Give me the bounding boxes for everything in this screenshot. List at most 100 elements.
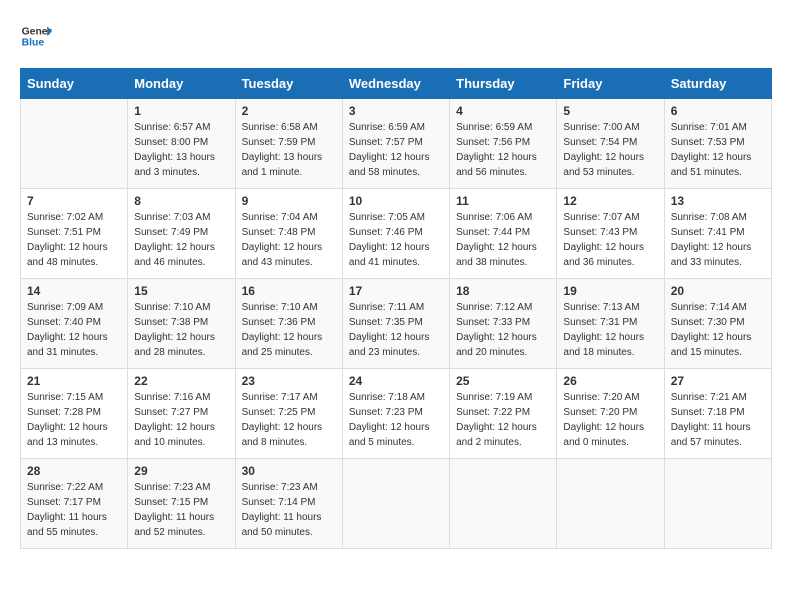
day-info: Sunrise: 7:02 AM Sunset: 7:51 PM Dayligh… — [27, 210, 121, 270]
calendar-cell: 22 Sunrise: 7:16 AM Sunset: 7:27 PM Dayli… — [128, 369, 235, 459]
weekday-header-sunday: Sunday — [21, 69, 128, 99]
page-header: General Blue — [20, 20, 772, 52]
day-number: 20 — [671, 284, 765, 298]
day-info: Sunrise: 7:23 AM Sunset: 7:14 PM Dayligh… — [242, 480, 336, 540]
calendar-cell: 25 Sunrise: 7:19 AM Sunset: 7:22 PM Dayli… — [450, 369, 557, 459]
calendar-cell: 12 Sunrise: 7:07 AM Sunset: 7:43 PM Dayli… — [557, 189, 664, 279]
calendar-cell: 20 Sunrise: 7:14 AM Sunset: 7:30 PM Dayli… — [664, 279, 771, 369]
calendar-cell: 4Sunrise: 6:59 AM Sunset: 7:56 PM Daylig… — [450, 99, 557, 189]
calendar-cell — [21, 99, 128, 189]
svg-text:Blue: Blue — [22, 38, 45, 49]
calendar-cell — [557, 459, 664, 549]
day-number: 3 — [349, 104, 443, 118]
day-number: 29 — [134, 464, 228, 478]
day-info: Sunrise: 6:58 AM Sunset: 7:59 PM Dayligh… — [242, 120, 336, 180]
day-info: Sunrise: 7:00 AM Sunset: 7:54 PM Dayligh… — [563, 120, 657, 180]
day-info: Sunrise: 7:21 AM Sunset: 7:18 PM Dayligh… — [671, 390, 765, 450]
day-number: 11 — [456, 194, 550, 208]
weekday-header-saturday: Saturday — [664, 69, 771, 99]
calendar-cell: 7 Sunrise: 7:02 AM Sunset: 7:51 PM Daylig… — [21, 189, 128, 279]
calendar-cell: 24Sunrise: 7:18 AM Sunset: 7:23 PM Dayli… — [342, 369, 449, 459]
calendar-cell: 5 Sunrise: 7:00 AM Sunset: 7:54 PM Daylig… — [557, 99, 664, 189]
calendar-cell — [450, 459, 557, 549]
calendar-cell: 17 Sunrise: 7:11 AM Sunset: 7:35 PM Dayli… — [342, 279, 449, 369]
day-number: 6 — [671, 104, 765, 118]
day-info: Sunrise: 7:04 AM Sunset: 7:48 PM Dayligh… — [242, 210, 336, 270]
calendar-cell: 16 Sunrise: 7:10 AM Sunset: 7:36 PM Dayli… — [235, 279, 342, 369]
calendar-cell: 28Sunrise: 7:22 AM Sunset: 7:17 PM Dayli… — [21, 459, 128, 549]
day-number: 15 — [134, 284, 228, 298]
day-info: Sunrise: 6:59 AM Sunset: 7:56 PM Dayligh… — [456, 120, 550, 180]
day-info: Sunrise: 7:17 AM Sunset: 7:25 PM Dayligh… — [242, 390, 336, 450]
day-info: Sunrise: 7:07 AM Sunset: 7:43 PM Dayligh… — [563, 210, 657, 270]
calendar-cell: 21 Sunrise: 7:15 AM Sunset: 7:28 PM Dayli… — [21, 369, 128, 459]
day-info: Sunrise: 7:23 AM Sunset: 7:15 PM Dayligh… — [134, 480, 228, 540]
logo-icon: General Blue — [20, 20, 52, 52]
calendar-cell: 19Sunrise: 7:13 AM Sunset: 7:31 PM Dayli… — [557, 279, 664, 369]
day-number: 16 — [242, 284, 336, 298]
week-row-3: 14Sunrise: 7:09 AM Sunset: 7:40 PM Dayli… — [21, 279, 772, 369]
day-info: Sunrise: 7:13 AM Sunset: 7:31 PM Dayligh… — [563, 300, 657, 360]
week-row-2: 7 Sunrise: 7:02 AM Sunset: 7:51 PM Daylig… — [21, 189, 772, 279]
calendar-cell: 27 Sunrise: 7:21 AM Sunset: 7:18 PM Dayli… — [664, 369, 771, 459]
day-number: 2 — [242, 104, 336, 118]
calendar-cell: 6 Sunrise: 7:01 AM Sunset: 7:53 PM Daylig… — [664, 99, 771, 189]
day-info: Sunrise: 7:15 AM Sunset: 7:28 PM Dayligh… — [27, 390, 121, 450]
logo: General Blue — [20, 20, 52, 52]
week-row-4: 21 Sunrise: 7:15 AM Sunset: 7:28 PM Dayli… — [21, 369, 772, 459]
calendar-cell: 18Sunrise: 7:12 AM Sunset: 7:33 PM Dayli… — [450, 279, 557, 369]
day-info: Sunrise: 7:03 AM Sunset: 7:49 PM Dayligh… — [134, 210, 228, 270]
day-info: Sunrise: 7:14 AM Sunset: 7:30 PM Dayligh… — [671, 300, 765, 360]
day-info: Sunrise: 7:16 AM Sunset: 7:27 PM Dayligh… — [134, 390, 228, 450]
calendar-cell — [342, 459, 449, 549]
day-number: 8 — [134, 194, 228, 208]
day-number: 22 — [134, 374, 228, 388]
week-row-1: 1 Sunrise: 6:57 AM Sunset: 8:00 PM Daylig… — [21, 99, 772, 189]
calendar-cell: 15 Sunrise: 7:10 AM Sunset: 7:38 PM Dayli… — [128, 279, 235, 369]
day-number: 10 — [349, 194, 443, 208]
calendar-cell: 11 Sunrise: 7:06 AM Sunset: 7:44 PM Dayli… — [450, 189, 557, 279]
day-number: 7 — [27, 194, 121, 208]
day-info: Sunrise: 7:09 AM Sunset: 7:40 PM Dayligh… — [27, 300, 121, 360]
calendar-cell: 9Sunrise: 7:04 AM Sunset: 7:48 PM Daylig… — [235, 189, 342, 279]
day-info: Sunrise: 7:05 AM Sunset: 7:46 PM Dayligh… — [349, 210, 443, 270]
day-info: Sunrise: 7:12 AM Sunset: 7:33 PM Dayligh… — [456, 300, 550, 360]
calendar-cell: 30 Sunrise: 7:23 AM Sunset: 7:14 PM Dayli… — [235, 459, 342, 549]
calendar-table: SundayMondayTuesdayWednesdayThursdayFrid… — [20, 68, 772, 549]
weekday-header-thursday: Thursday — [450, 69, 557, 99]
day-number: 30 — [242, 464, 336, 478]
day-number: 1 — [134, 104, 228, 118]
day-info: Sunrise: 6:59 AM Sunset: 7:57 PM Dayligh… — [349, 120, 443, 180]
calendar-cell: 3 Sunrise: 6:59 AM Sunset: 7:57 PM Daylig… — [342, 99, 449, 189]
day-number: 27 — [671, 374, 765, 388]
weekday-header-tuesday: Tuesday — [235, 69, 342, 99]
calendar-cell: 23 Sunrise: 7:17 AM Sunset: 7:25 PM Dayli… — [235, 369, 342, 459]
day-info: Sunrise: 7:10 AM Sunset: 7:36 PM Dayligh… — [242, 300, 336, 360]
calendar-cell: 1 Sunrise: 6:57 AM Sunset: 8:00 PM Daylig… — [128, 99, 235, 189]
day-number: 5 — [563, 104, 657, 118]
weekday-header-wednesday: Wednesday — [342, 69, 449, 99]
day-number: 26 — [563, 374, 657, 388]
day-number: 23 — [242, 374, 336, 388]
calendar-cell: 10 Sunrise: 7:05 AM Sunset: 7:46 PM Dayli… — [342, 189, 449, 279]
day-info: Sunrise: 7:10 AM Sunset: 7:38 PM Dayligh… — [134, 300, 228, 360]
week-row-5: 28Sunrise: 7:22 AM Sunset: 7:17 PM Dayli… — [21, 459, 772, 549]
calendar-cell: 29 Sunrise: 7:23 AM Sunset: 7:15 PM Dayli… — [128, 459, 235, 549]
day-number: 12 — [563, 194, 657, 208]
day-info: Sunrise: 7:08 AM Sunset: 7:41 PM Dayligh… — [671, 210, 765, 270]
weekday-header-row: SundayMondayTuesdayWednesdayThursdayFrid… — [21, 69, 772, 99]
day-info: Sunrise: 6:57 AM Sunset: 8:00 PM Dayligh… — [134, 120, 228, 180]
day-info: Sunrise: 7:11 AM Sunset: 7:35 PM Dayligh… — [349, 300, 443, 360]
day-info: Sunrise: 7:19 AM Sunset: 7:22 PM Dayligh… — [456, 390, 550, 450]
day-info: Sunrise: 7:22 AM Sunset: 7:17 PM Dayligh… — [27, 480, 121, 540]
calendar-cell: 8 Sunrise: 7:03 AM Sunset: 7:49 PM Daylig… — [128, 189, 235, 279]
day-info: Sunrise: 7:06 AM Sunset: 7:44 PM Dayligh… — [456, 210, 550, 270]
day-info: Sunrise: 7:18 AM Sunset: 7:23 PM Dayligh… — [349, 390, 443, 450]
day-number: 13 — [671, 194, 765, 208]
calendar-cell — [664, 459, 771, 549]
calendar-cell: 13 Sunrise: 7:08 AM Sunset: 7:41 PM Dayli… — [664, 189, 771, 279]
day-number: 21 — [27, 374, 121, 388]
day-number: 25 — [456, 374, 550, 388]
day-info: Sunrise: 7:01 AM Sunset: 7:53 PM Dayligh… — [671, 120, 765, 180]
day-number: 17 — [349, 284, 443, 298]
